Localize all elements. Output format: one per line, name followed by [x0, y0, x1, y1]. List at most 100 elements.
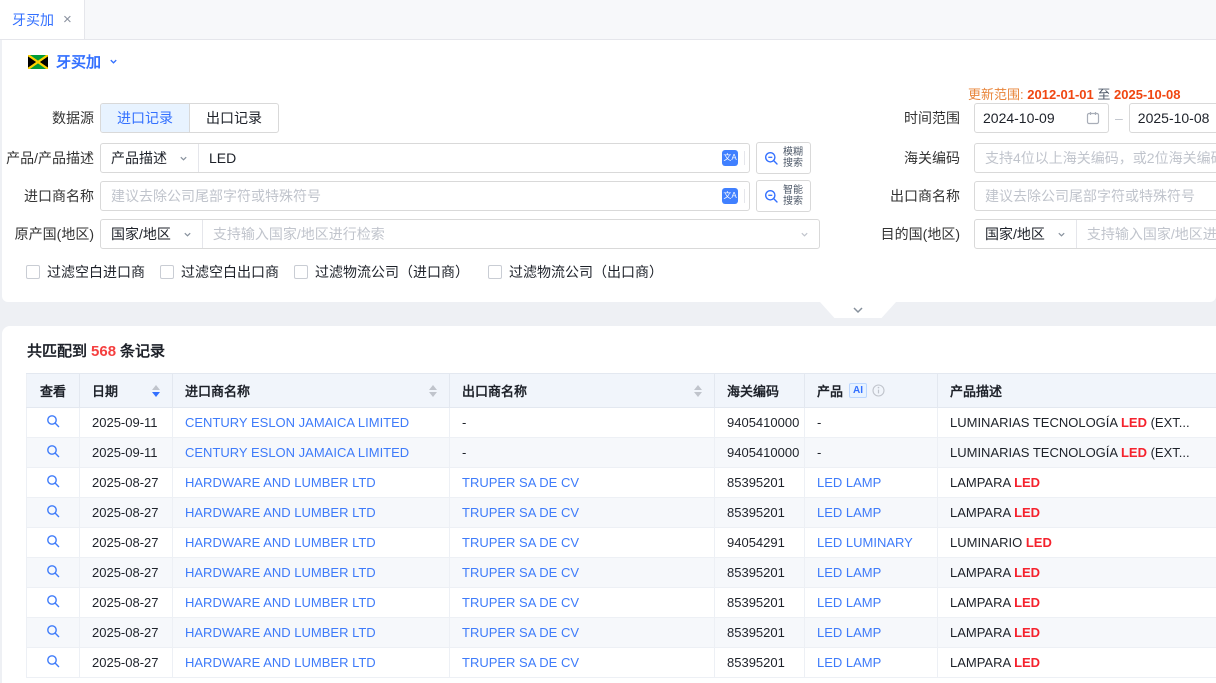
product-link[interactable]: LED LUMINARY [817, 535, 913, 550]
tab-export-records[interactable]: 出口记录 [189, 104, 278, 132]
end-date-value: 2025-10-08 [1138, 110, 1216, 126]
origin-country-select[interactable]: 国家/地区 [101, 220, 203, 248]
product-cell: - [805, 438, 938, 468]
checkbox-icon[interactable] [294, 265, 308, 279]
close-icon[interactable]: × [63, 12, 72, 27]
product-link[interactable]: LED LAMP [817, 625, 881, 640]
exporter-cell: TRUPER SA DE CV [450, 498, 715, 528]
view-record-button[interactable] [46, 564, 60, 578]
data-source-switch: 进口记录 出口记录 [100, 103, 279, 133]
tab-jamaica[interactable]: 牙买加 × [0, 0, 85, 39]
product-field-select[interactable]: 产品描述 [101, 144, 199, 172]
date-cell: 2025-08-27 [80, 588, 173, 618]
end-date-input[interactable]: 2025-10-08 [1129, 103, 1216, 133]
checkbox-icon[interactable] [160, 265, 174, 279]
hscode-cell: 85395201 [715, 588, 805, 618]
destination-country-select[interactable]: 国家/地区 [975, 220, 1077, 248]
view-record-button[interactable] [46, 654, 60, 668]
update-range-label: 更新范围: [968, 87, 1024, 102]
sort-date-button[interactable] [144, 385, 160, 397]
checkbox-icon[interactable] [488, 265, 502, 279]
exporter-cell: TRUPER SA DE CV [450, 468, 715, 498]
translate-icon[interactable]: 文A [722, 188, 738, 204]
exporter-cell: TRUPER SA DE CV [450, 558, 715, 588]
divider [744, 189, 745, 203]
view-record-button[interactable] [46, 474, 60, 488]
product-link[interactable]: LED LAMP [817, 475, 881, 490]
importer-link[interactable]: HARDWARE AND LUMBER LTD [185, 475, 376, 490]
view-record-button[interactable] [46, 444, 60, 458]
fuzzy-search-button[interactable]: 模糊 搜索 [756, 142, 811, 174]
checkbox-filter-blank-importer[interactable]: 过滤空白进口商 [26, 262, 145, 282]
col-exporter: 出口商名称 [462, 381, 527, 400]
exporter-link[interactable]: TRUPER SA DE CV [462, 595, 579, 610]
product-cell: LED LAMP [805, 558, 938, 588]
sort-exporter-button[interactable] [686, 385, 702, 397]
info-icon[interactable] [872, 384, 885, 397]
importer-link[interactable]: HARDWARE AND LUMBER LTD [185, 595, 376, 610]
importer-link[interactable]: HARDWARE AND LUMBER LTD [185, 505, 376, 520]
exporter-cell: TRUPER SA DE CV [450, 648, 715, 678]
importer-link[interactable]: HARDWARE AND LUMBER LTD [185, 625, 376, 640]
importer-input[interactable] [101, 182, 722, 210]
description-cell: LUMINARIAS TECNOLOGÍA LED (EXT... [938, 438, 1216, 468]
importer-link[interactable]: CENTURY ESLON JAMAICA LIMITED [185, 445, 409, 460]
checkbox-icon[interactable] [26, 265, 40, 279]
checkbox-filter-logistics-exporter[interactable]: 过滤物流公司（出口商） [488, 262, 663, 282]
view-record-button[interactable] [46, 504, 60, 518]
translate-icon[interactable]: 文A [722, 150, 738, 166]
exporter-link[interactable]: TRUPER SA DE CV [462, 475, 579, 490]
chevron-down-icon [800, 230, 809, 239]
product-cell: LED LAMP [805, 468, 938, 498]
view-record-button[interactable] [46, 534, 60, 548]
origin-search-input[interactable] [203, 220, 800, 248]
importer-link[interactable]: HARDWARE AND LUMBER LTD [185, 565, 376, 580]
importer-link[interactable]: HARDWARE AND LUMBER LTD [185, 655, 376, 670]
view-record-button[interactable] [46, 594, 60, 608]
checkbox-filter-logistics-importer[interactable]: 过滤物流公司（进口商） [294, 262, 469, 282]
product-link[interactable]: LED LAMP [817, 595, 881, 610]
product-input[interactable] [199, 144, 722, 172]
product-link[interactable]: LED LAMP [817, 505, 881, 520]
date-cell: 2025-09-11 [80, 408, 173, 438]
description-text: LAMPARA [950, 595, 1014, 610]
exporter-input[interactable] [975, 182, 1216, 210]
exporter-link[interactable]: TRUPER SA DE CV [462, 505, 579, 520]
description-cell: LAMPARA LED [938, 588, 1216, 618]
tab-import-records[interactable]: 进口记录 [101, 104, 189, 132]
smart-search-button[interactable]: 智能 搜索 [756, 180, 811, 212]
exporter-link[interactable]: TRUPER SA DE CV [462, 535, 579, 550]
tab-label: 牙买加 [12, 10, 54, 30]
hs-code-input[interactable] [975, 144, 1216, 172]
view-record-button[interactable] [46, 624, 60, 638]
product-cell: LED LAMP [805, 618, 938, 648]
description-text: LUMINARIAS TECNOLOGÍA [950, 415, 1121, 430]
data-source-label: 数据源 [2, 108, 94, 128]
col-hscode: 海关编码 [727, 384, 779, 399]
fuzzy-line2: 搜索 [783, 158, 803, 169]
importer-link[interactable]: CENTURY ESLON JAMAICA LIMITED [185, 415, 409, 430]
view-cell [27, 528, 80, 558]
country-selector[interactable]: 牙买加 [28, 51, 118, 72]
fuzzy-line1: 模糊 [783, 147, 803, 158]
start-date-input[interactable]: 2024-10-09 [974, 103, 1109, 133]
hscode-cell: 94054291 [715, 528, 805, 558]
checkbox-filter-blank-exporter[interactable]: 过滤空白出口商 [160, 262, 279, 282]
hs-code-label: 海关编码 [860, 148, 960, 168]
origin-select-value: 国家/地区 [111, 224, 171, 244]
importer-cell: HARDWARE AND LUMBER LTD [173, 588, 450, 618]
destination-search-input[interactable] [1077, 220, 1216, 248]
table-row: 2025-08-27 HARDWARE AND LUMBER LTD TRUPER … [27, 588, 1216, 618]
product-link[interactable]: LED LAMP [817, 565, 881, 580]
exporter-link[interactable]: TRUPER SA DE CV [462, 565, 579, 580]
sort-importer-button[interactable] [421, 385, 437, 397]
exporter-group [974, 181, 1216, 211]
exporter-link[interactable]: TRUPER SA DE CV [462, 655, 579, 670]
checkbox-label: 过滤物流公司（出口商） [509, 262, 663, 282]
view-record-button[interactable] [46, 414, 60, 428]
exporter-link[interactable]: TRUPER SA DE CV [462, 625, 579, 640]
date-cell: 2025-08-27 [80, 498, 173, 528]
importer-link[interactable]: HARDWARE AND LUMBER LTD [185, 535, 376, 550]
product-link[interactable]: LED LAMP [817, 655, 881, 670]
collapse-panel-button[interactable] [820, 302, 896, 318]
